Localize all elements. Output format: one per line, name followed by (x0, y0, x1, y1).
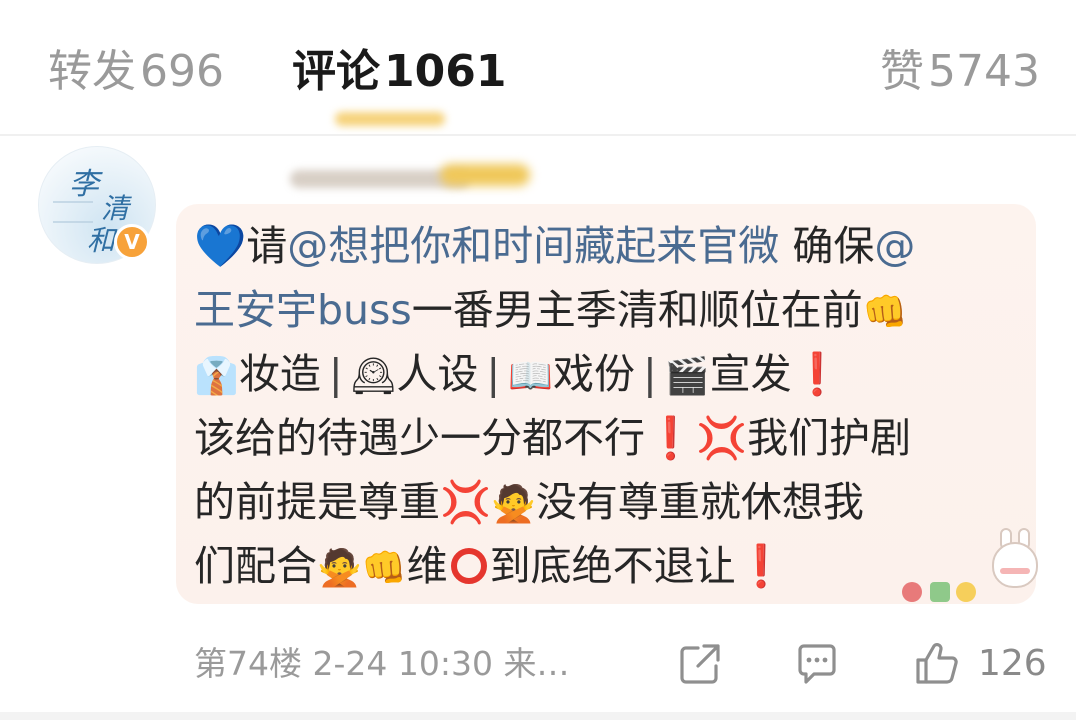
tab-comment-label: 评论 (292, 46, 380, 97)
comment-line: 该给的待遇少一分都不行❗💢我们护剧 (194, 406, 1024, 470)
clapper-icon: 🎬 (664, 356, 710, 397)
mention-link[interactable]: @想把你和时间藏起来官微 (287, 222, 779, 270)
verified-badge-icon: V (114, 224, 150, 260)
comment-text-segment: 的前提是尊重 (194, 478, 440, 526)
comment-text-segment: 没有尊重就休想我 (535, 478, 864, 526)
tab-bar: 转发696 评论1061 赞5743 (0, 0, 1076, 136)
comment-text: 💙请@想把你和时间藏起来官微 确保@ 王安宇buss一番男主季清和顺位在前👊 👔… (194, 214, 1024, 598)
avatar-char: 和 (87, 224, 116, 257)
clock-icon: 🕰 (350, 356, 397, 397)
exclamation-icon: ❗ (735, 542, 787, 590)
tab-repost[interactable]: 转发696 (48, 42, 224, 102)
blue-heart-icon: 💙 (194, 221, 247, 270)
comment-icon[interactable] (794, 642, 840, 686)
comment-meta: 第74楼 2-24 10:30 来… (194, 644, 570, 683)
exclamation-icon: ❗ (645, 414, 697, 462)
comment-text-segment: 妆造 (238, 350, 321, 398)
avatar-char: 李 (69, 167, 99, 202)
thumbs-up-icon[interactable] (914, 640, 960, 686)
red-circle-icon (450, 548, 487, 584)
comment-text-segment: 确保 (779, 222, 875, 270)
comment-text-segment: 一番男主季清和顺位在前 (411, 286, 863, 334)
tab-like[interactable]: 赞5743 (880, 42, 1040, 102)
exclamation-icon: ❗ (791, 350, 843, 398)
person-gesturing-no-icon: 🙅 (491, 484, 536, 525)
comment-line: 💙请@想把你和时间藏起来官微 确保@ (194, 214, 1024, 278)
fist-icon: 👊 (361, 548, 407, 589)
tab-like-count: 5743 (928, 46, 1040, 97)
blurred-decoration (335, 112, 445, 126)
anger-icon: 💢 (696, 414, 748, 462)
bunny-face (992, 542, 1038, 588)
tab-like-label: 赞 (880, 46, 924, 97)
bunny-cheek (1000, 568, 1030, 574)
comment-text-segment: 我们护剧 (747, 414, 912, 462)
separator: | (643, 350, 657, 398)
comment-line: 王安宇buss一番男主季清和顺位在前👊 (194, 278, 1024, 342)
tab-comment-count: 1061 (384, 46, 507, 97)
mention-link[interactable]: 王安宇buss (194, 286, 412, 334)
separator: | (486, 350, 501, 398)
blurred-username[interactable] (290, 160, 540, 190)
bottom-divider (0, 712, 1076, 720)
comment-text-segment: 到底绝不退让 (489, 542, 736, 590)
comment-text-segment: 们配合 (194, 542, 317, 590)
cherry-icon (902, 582, 922, 602)
book-icon: 📖 (508, 356, 554, 397)
separator: | (328, 350, 343, 398)
comment-text-segment: 维 (406, 542, 448, 590)
tab-repost-label: 转发 (48, 46, 136, 97)
bunny-sticker-icon (900, 528, 1040, 608)
tab-repost-count: 696 (140, 46, 224, 97)
comment-text-segment: 戏份 (553, 350, 636, 398)
necktie-icon: 👔 (194, 356, 239, 397)
mention-at-symbol[interactable]: @ (874, 222, 915, 270)
anger-icon: 💢 (440, 478, 492, 526)
tab-comment[interactable]: 评论1061 (292, 42, 506, 102)
comment-text-segment: 宣发 (709, 350, 792, 398)
comment-text-segment: 请 (246, 222, 288, 270)
share-icon[interactable] (678, 642, 722, 686)
star-icon (956, 582, 976, 602)
person-gesturing-no-icon: 🙅 (317, 548, 362, 589)
comment-line: 👔妆造 | 🕰人设 | 📖戏份 | 🎬宣发❗ (194, 342, 1024, 406)
comment-line: 的前提是尊重💢🙅没有尊重就休想我 (194, 470, 1024, 534)
comment-text-segment: 人设 (396, 350, 479, 398)
comment-text-segment: 该给的待遇少一分都不行 (194, 414, 645, 462)
fist-icon: 👊 (862, 292, 908, 333)
like-count: 126 (978, 643, 1047, 684)
gift-icon (930, 582, 950, 602)
blurred-username-badge (440, 164, 530, 186)
